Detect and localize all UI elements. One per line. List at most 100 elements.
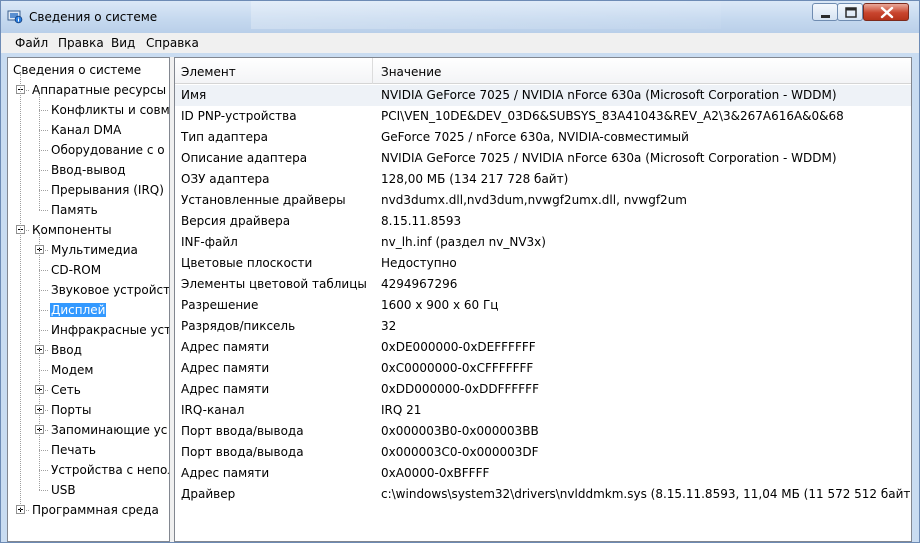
tree-item[interactable]: Инфракрасные уст (50, 320, 169, 340)
row-item-value: 0xC0000000-0xCFFFFFFF (381, 361, 534, 375)
table-row[interactable]: Тип адаптера GeForce 7025 / nForce 630a, … (175, 127, 911, 148)
table-row[interactable]: IRQ-канал IRQ 21 (175, 400, 911, 421)
tree-item[interactable]: Модем (50, 360, 94, 380)
tree-item-label: Аппаратные ресурсы (32, 83, 167, 97)
maximize-button[interactable] (837, 3, 863, 21)
tree-connector (39, 94, 40, 210)
tree-item-label: Ввод-вывод (51, 163, 126, 177)
tree-item-label: USB (51, 483, 76, 497)
row-item-value: nvd3dumx.dll,nvd3dum,nvwgf2umx.dll, nvwg… (381, 193, 687, 207)
table-row[interactable]: ОЗУ адаптера 128,00 МБ (134 217 728 байт) (175, 169, 911, 190)
table-row[interactable]: Описание адаптера NVIDIA GeForce 7025 / N… (175, 148, 911, 169)
tree-item-label: Оборудование с о (51, 143, 165, 157)
tree-connector (39, 150, 48, 151)
tree-item[interactable]: Сеть (50, 380, 82, 400)
row-item-value: Недоступно (381, 256, 457, 270)
table-row[interactable]: Разрешение 1600 x 900 x 60 Гц (175, 295, 911, 316)
tree-item[interactable]: Канал DMA (50, 120, 122, 140)
close-button[interactable] (863, 3, 909, 21)
row-item-value: IRQ 21 (381, 403, 422, 417)
tree-item[interactable]: Дисплей (50, 300, 107, 320)
tree-item[interactable]: Мультимедиа (50, 240, 139, 260)
column-separator[interactable] (372, 58, 373, 84)
tree-item[interactable]: Аппаратные ресурсы (31, 80, 167, 100)
row-item-name: Адрес памяти (181, 466, 270, 480)
tree-item-label: Программная среда (32, 503, 159, 517)
tree-item[interactable]: Компоненты (31, 220, 113, 240)
table-row[interactable]: Адрес памяти 0xC0000000-0xCFFFFFFF (175, 358, 911, 379)
table-row[interactable]: Версия драйвера 8.15.11.8593 (175, 211, 911, 232)
row-item-name: Адрес памяти (181, 340, 270, 354)
category-tree[interactable]: Сведения о системе Аппаратные ресурсы Конф… (7, 57, 170, 542)
row-item-value: PCI\VEN_10DE&DEV_03D6&SUBSYS_83A41043&RE… (381, 109, 844, 123)
tree-item[interactable]: Оборудование с о (50, 140, 166, 160)
table-row[interactable]: Разрядов/пиксель 32 (175, 316, 911, 337)
table-row[interactable]: Адрес памяти 0xA0000-0xBFFFF (175, 463, 911, 484)
row-item-name: Разрядов/пиксель (181, 319, 296, 333)
row-item-value: 8.15.11.8593 (381, 214, 462, 228)
table-row[interactable]: Адрес памяти 0xDD000000-0xDDFFFFFF (175, 379, 911, 400)
minimize-icon (821, 15, 830, 18)
tree-connector (39, 290, 48, 291)
window-title: Сведения о системе (29, 10, 158, 24)
table-row[interactable]: Драйвер c:\windows\system32\drivers\nvldd… (175, 484, 911, 505)
table-row[interactable]: Порт ввода/вывода 0x000003C0-0x000003DF (175, 442, 911, 463)
tree-item[interactable]: Конфликты и совм (50, 100, 169, 120)
row-item-name: Установленные драйверы (181, 193, 346, 207)
tree-item-label: Печать (51, 443, 96, 457)
tree-connector (20, 74, 21, 510)
tree-item[interactable]: Ввод-вывод (50, 160, 127, 180)
table-row[interactable]: Адрес памяти 0xDE000000-0xDEFFFFFF (175, 337, 911, 358)
tree-item[interactable]: Порты (50, 400, 92, 420)
minimize-button[interactable] (812, 3, 838, 21)
table-row[interactable]: Цветовые плоскости Недоступно (175, 253, 911, 274)
tree-item[interactable]: Программная среда (31, 500, 160, 520)
tree-connector (39, 130, 48, 131)
row-item-value: NVIDIA GeForce 7025 / NVIDIA nForce 630a… (381, 151, 837, 165)
column-header-value[interactable]: Значение (381, 65, 441, 79)
tree-item[interactable]: Сведения о системе (12, 60, 142, 80)
tree-item-label: Звуковое устройст (51, 283, 170, 297)
menu-help[interactable]: Справка (144, 36, 201, 50)
tree-item[interactable]: Запоминающие ус (50, 420, 168, 440)
menu-edit[interactable]: Правка (56, 36, 106, 50)
tree-connector (39, 490, 48, 491)
row-item-value: 4294967296 (381, 277, 458, 291)
tree-item[interactable]: CD-ROM (50, 260, 102, 280)
row-item-name: Имя (181, 88, 207, 102)
tree-item-label: Мультимедиа (51, 243, 138, 257)
row-item-value: nv_lh.inf (раздел nv_NV3x) (381, 235, 546, 249)
tree-item-label: Канал DMA (51, 123, 122, 137)
close-icon (880, 6, 894, 19)
menu-file[interactable]: Файл (13, 36, 50, 50)
tree-item[interactable]: Устройства с непол (50, 460, 169, 480)
table-row[interactable]: Порт ввода/вывода 0x000003B0-0x000003BB (175, 421, 911, 442)
tree-connector (39, 170, 48, 171)
row-item-value: 0xDD000000-0xDDFFFFFF (381, 382, 539, 396)
row-item-name: Разрешение (181, 298, 259, 312)
table-row[interactable]: ID PNP-устройства PCI\VEN_10DE&DEV_03D6&S… (175, 106, 911, 127)
row-item-name: Порт ввода/вывода (181, 445, 304, 459)
table-row[interactable]: Установленные драйверы nvd3dumx.dll,nvd3d… (175, 190, 911, 211)
column-header-item[interactable]: Элемент (181, 65, 236, 79)
tree-item-label: Память (51, 203, 98, 217)
row-item-value: 128,00 МБ (134 217 728 байт) (381, 172, 569, 186)
tree-item[interactable]: Ввод (50, 340, 83, 360)
tree-item[interactable]: Печать (50, 440, 97, 460)
menu-view[interactable]: Вид (109, 36, 137, 50)
tree-connector (39, 370, 48, 371)
table-row[interactable]: Элементы цветовой таблицы 4294967296 (175, 274, 911, 295)
tree-item[interactable]: Прерывания (IRQ) (50, 180, 165, 200)
details-list[interactable]: Элемент Значение Имя NVIDIA GeForce 7025 … (174, 57, 912, 542)
table-row[interactable]: Имя NVIDIA GeForce 7025 / NVIDIA nForce 6… (175, 85, 911, 106)
table-row[interactable]: INF-файл nv_lh.inf (раздел nv_NV3x) (175, 232, 911, 253)
title-bar[interactable]: Сведения о системе (1, 1, 919, 33)
row-item-value: GeForce 7025 / nForce 630a, NVIDIA-совме… (381, 130, 689, 144)
tree-item[interactable]: Звуковое устройст (50, 280, 170, 300)
tree-item[interactable]: USB (50, 480, 77, 500)
tree-item-label: Компоненты (32, 223, 112, 237)
title-bar-background (251, 1, 721, 29)
row-item-value: 0x000003B0-0x000003BB (381, 424, 539, 438)
tree-item-label: Запоминающие ус (51, 423, 168, 437)
tree-item[interactable]: Память (50, 200, 99, 220)
